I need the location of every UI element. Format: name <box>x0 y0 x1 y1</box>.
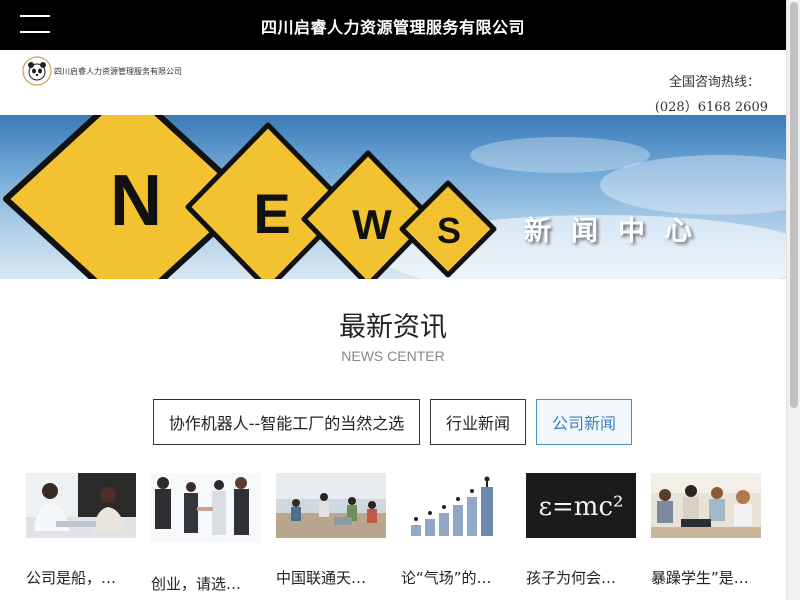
hotline-label: 全国咨询热线： <box>668 75 760 90</box>
sign-letter-e: E <box>253 182 290 245</box>
news-card[interactable]: 论“气场”的… <box>401 473 511 600</box>
news-card-title[interactable]: 创业，请选… <box>151 573 261 594</box>
news-card-title[interactable]: 暴躁学生”是… <box>651 567 761 588</box>
office-workspace-photo-icon[interactable] <box>276 473 386 538</box>
tab-robots-smart-factory[interactable]: 协作机器人--智能工厂的当然之选 <box>153 399 420 445</box>
sign-letter-n: N <box>110 161 162 241</box>
news-signs-illustration: N E W S <box>3 115 786 279</box>
section-subtitle: NEWS CENTER <box>341 348 445 364</box>
news-card-title[interactable]: 中国联通天… <box>276 567 386 588</box>
news-card-title[interactable]: 公司是船，… <box>26 567 136 588</box>
svg-text:ε=mc²: ε=mc² <box>539 492 624 522</box>
sign-letter-s: S <box>437 210 461 251</box>
panda-logo-icon <box>22 56 52 86</box>
chalkboard-formula-photo-icon[interactable]: ε=mc² <box>526 473 636 538</box>
news-banner: N E W S 新闻中心 <box>0 115 786 279</box>
news-card[interactable]: 公司是船，… <box>26 473 136 600</box>
news-card[interactable]: 中国联通天… <box>276 473 386 600</box>
page-scrollbar[interactable] <box>786 0 800 600</box>
news-card[interactable]: 创业，请选… <box>151 473 261 600</box>
news-card-title[interactable]: 论“气场”的… <box>401 567 511 588</box>
business-handshake-photo-icon[interactable] <box>151 473 261 543</box>
office-meeting-photo-icon[interactable] <box>26 473 136 538</box>
hotline-number[interactable]: (028）6168 2609 <box>655 96 768 115</box>
growth-chart-photo-icon[interactable] <box>401 473 511 538</box>
section-title: 最新资讯 <box>339 312 447 343</box>
tab-company-news[interactable]: 公司新闻 <box>536 399 632 445</box>
tab-industry-news[interactable]: 行业新闻 <box>430 399 526 445</box>
students-laptop-photo-icon[interactable] <box>651 473 761 538</box>
news-card[interactable]: ε=mc² 孩子为何会… <box>526 473 636 600</box>
sign-letter-w: W <box>352 201 392 248</box>
top-bar: 四川启睿人力资源管理服务有限公司 <box>0 0 786 50</box>
site-title: 四川启睿人力资源管理服务有限公司 <box>260 18 525 37</box>
company-logo[interactable]: 四川启睿人力资源管理服务有限公司 <box>22 56 187 88</box>
news-card[interactable]: 暴躁学生”是… <box>651 473 761 600</box>
news-card-title[interactable]: 孩子为何会… <box>526 567 636 588</box>
banner-caption: 新闻中心 <box>524 216 712 247</box>
logo-company-name: 四川启睿人力资源管理服务有限公司 <box>54 67 182 76</box>
header: 四川启睿人力资源管理服务有限公司 全国咨询热线： (028）6168 2609 <box>0 50 786 115</box>
scrollbar-thumb[interactable] <box>790 2 798 408</box>
